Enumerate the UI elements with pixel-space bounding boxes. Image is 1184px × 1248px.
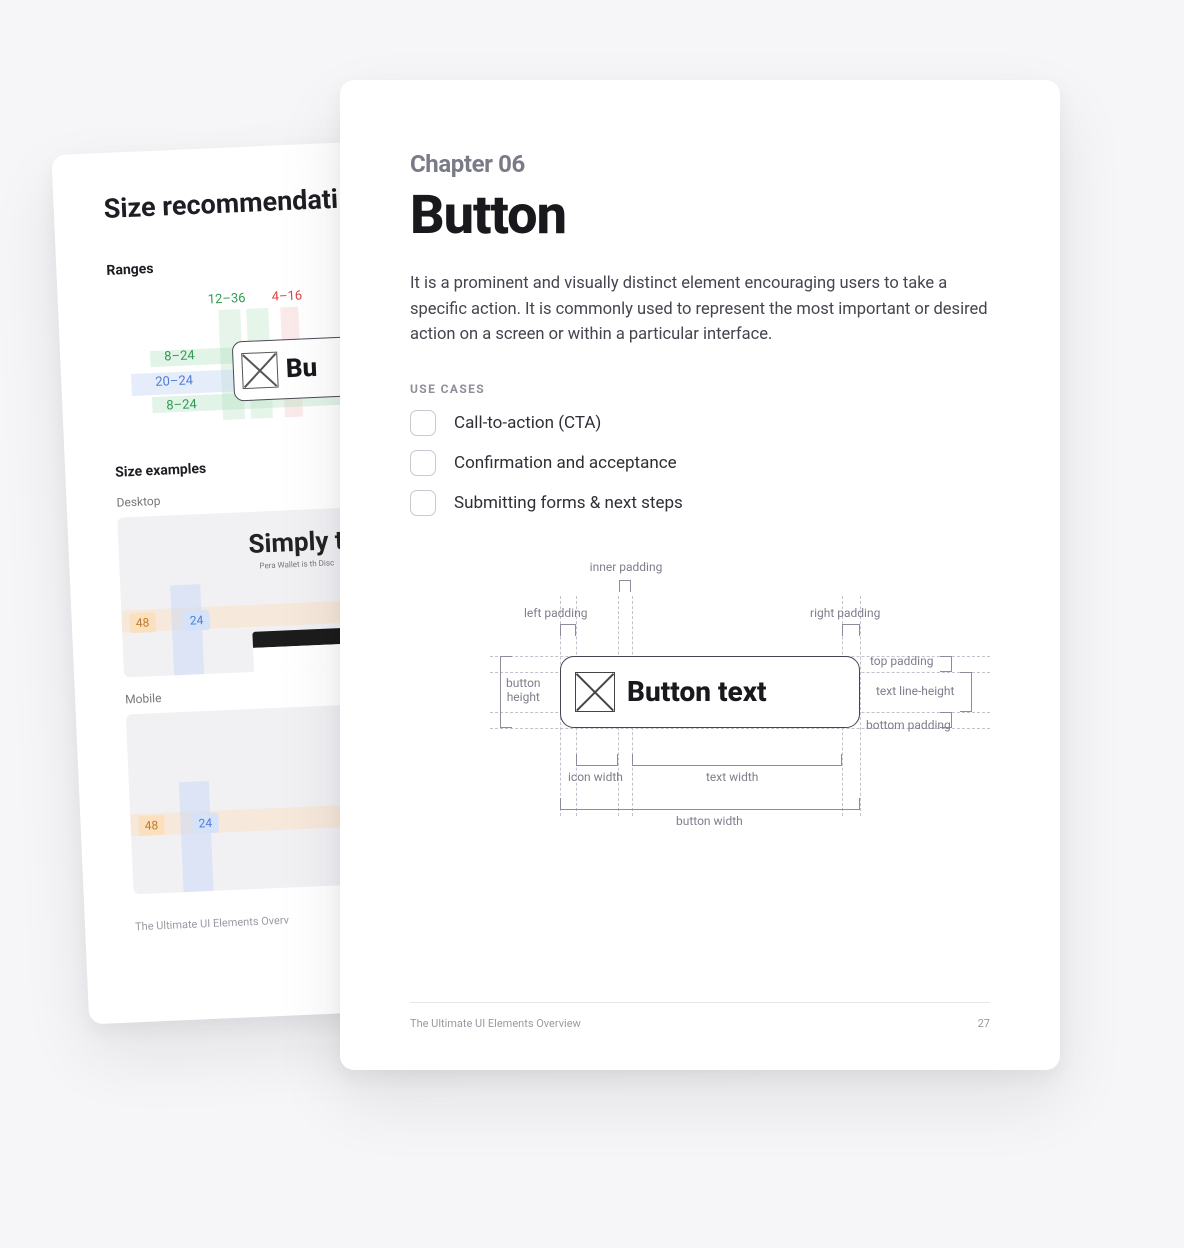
checkbox-icon[interactable]	[410, 490, 436, 516]
placeholder-x-icon	[575, 672, 615, 712]
desktop-mock-title: Simply t	[248, 526, 344, 560]
pill-24-a: 24	[183, 610, 209, 631]
checkbox-icon[interactable]	[410, 450, 436, 476]
range-g3: 8–24	[166, 397, 197, 413]
range-g2: 8–24	[164, 348, 195, 364]
use-case-text-0: Call-to-action (CTA)	[454, 413, 601, 433]
button-text-label: Button text	[627, 675, 767, 708]
pill-48-b: 48	[138, 815, 164, 836]
button-specimen: Button text	[560, 656, 860, 728]
text-width-label: text width	[706, 770, 758, 784]
chapter-label: Chapter 06	[410, 150, 990, 178]
footer-title: The Ultimate UI Elements Overview	[410, 1017, 581, 1030]
range-g1: 12–36	[207, 291, 245, 308]
right-padding-label: right padding	[810, 606, 880, 620]
use-case-row-0: Call-to-action (CTA)	[410, 410, 990, 436]
left-padding-label: left padding	[524, 606, 587, 620]
top-padding-label: top padding	[870, 654, 933, 668]
page-title: Button	[410, 184, 990, 247]
desktop-mock-sub: Pera Wallet is th Disc	[259, 558, 334, 570]
placeholder-x-icon	[241, 352, 279, 390]
use-case-row-1: Confirmation and acceptance	[410, 450, 990, 476]
inner-padding-label: inner padding	[586, 560, 666, 574]
checkbox-icon[interactable]	[410, 410, 436, 436]
use-cases-label: USE CASES	[410, 382, 990, 396]
use-case-row-2: Submitting forms & next steps	[410, 490, 990, 516]
use-case-text-1: Confirmation and acceptance	[454, 453, 677, 473]
range-r1: 4–16	[271, 288, 302, 304]
pill-48-a: 48	[129, 612, 155, 633]
page-number: 27	[978, 1017, 990, 1030]
range-b1: 20–24	[155, 373, 193, 390]
button-width-label: button width	[676, 814, 743, 828]
icon-width-label: icon width	[568, 770, 623, 784]
button-height-label: button height	[506, 676, 541, 704]
bottom-padding-label: bottom padding	[866, 718, 951, 732]
text-line-height-label: text line-height	[876, 684, 954, 698]
button-anatomy-diagram: inner padding left padding right padding…	[410, 566, 990, 866]
description-text: It is a prominent and visually distinct …	[410, 271, 990, 348]
pill-24-b: 24	[192, 813, 218, 834]
front-footer: The Ultimate UI Elements Overview 27	[410, 1002, 990, 1030]
button-partial-text: Bu	[285, 353, 318, 384]
use-case-text-2: Submitting forms & next steps	[454, 493, 683, 513]
page-front: Chapter 06 Button It is a prominent and …	[340, 80, 1060, 1070]
